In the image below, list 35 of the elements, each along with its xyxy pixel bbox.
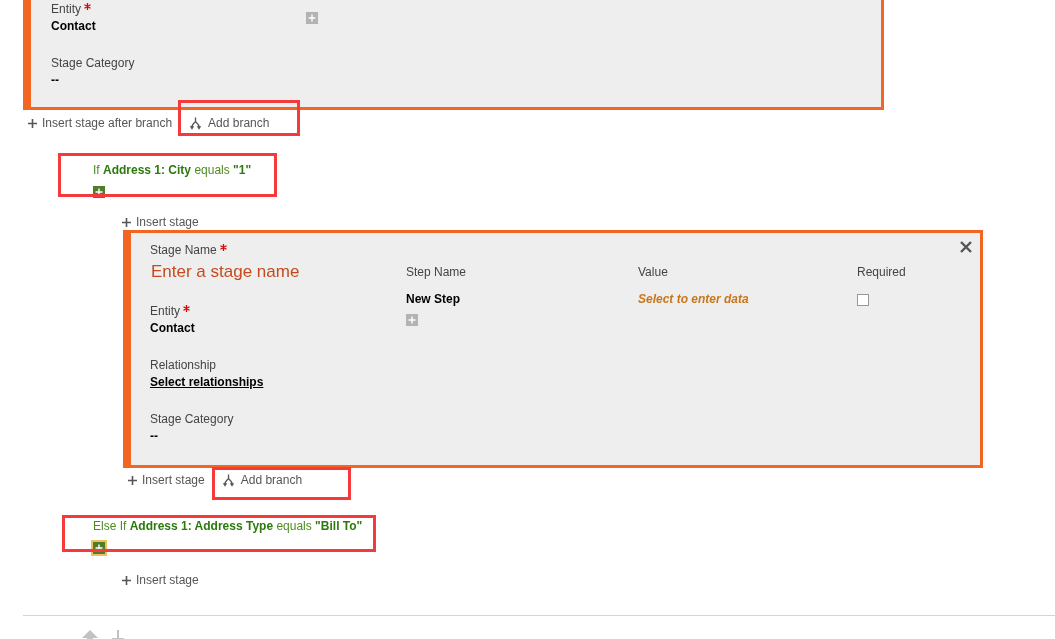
condition-text: Else If Address 1: Address Type equals "Bill To" [93, 519, 363, 534]
field-link[interactable]: Select relationships [150, 375, 264, 390]
field-label: Relationship [150, 358, 217, 373]
condition-text: If Address 1: City equals "1" [93, 163, 252, 178]
insert-stage-link[interactable]: Insert stage [122, 573, 199, 588]
field-value: Contact [150, 321, 195, 336]
insert-stage-link[interactable]: Insert stage [128, 473, 205, 488]
add-branch-link[interactable]: Add branch [221, 473, 303, 488]
field-value: -- [51, 73, 59, 88]
column-header: Step Name [406, 265, 467, 280]
field-label: Stage Category [150, 412, 234, 427]
field-label: Entity [51, 2, 81, 17]
field-label: Stage Name [150, 243, 217, 258]
plus-icon[interactable] [91, 540, 107, 556]
branch-icon [189, 117, 203, 130]
insert-stage-link[interactable]: Insert stage [122, 215, 199, 230]
field-label: Entity [150, 304, 180, 319]
close-icon[interactable] [960, 241, 972, 253]
add-branch-link[interactable]: Add branch [189, 116, 270, 131]
step-name: New Step [406, 292, 460, 307]
required-checkbox[interactable] [857, 294, 869, 306]
up-arrow-icon[interactable] [82, 630, 98, 639]
plus-icon [122, 576, 131, 585]
field-value: Contact [51, 19, 96, 34]
plus-icon [28, 119, 37, 128]
field-value: -- [150, 429, 158, 444]
column-header: Required [857, 265, 906, 280]
insert-stage-link[interactable]: Insert stage after branch [28, 116, 173, 131]
field-label: Stage Category [51, 56, 135, 71]
stage-name-field[interactable]: Enter a stage name [150, 259, 378, 285]
plus-icon [122, 218, 131, 227]
branch-icon [221, 474, 235, 487]
plus-icon [128, 476, 137, 485]
column-header: Value [638, 265, 668, 280]
down-arrow-icon[interactable] [112, 630, 124, 639]
